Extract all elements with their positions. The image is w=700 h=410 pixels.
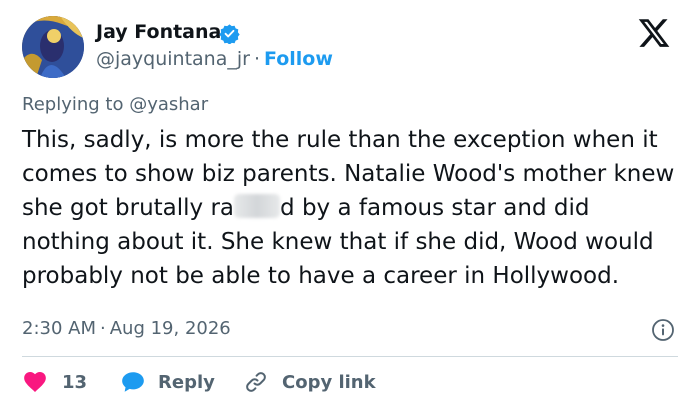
divider (22, 356, 678, 357)
reply-bubble-icon (122, 372, 144, 392)
author-name[interactable]: Jay Fontana (96, 21, 221, 43)
tweet-card: Jay Fontana @jayquintana_jr · Follow Reply… (0, 0, 700, 410)
heart-icon (24, 372, 46, 392)
info-icon[interactable] (651, 318, 675, 342)
handle-row: @jayquintana_jr · Follow (96, 48, 333, 70)
tweet-time: 2:30 AM (22, 318, 96, 339)
verified-badge-icon (219, 24, 240, 44)
separator-dot: · (100, 318, 106, 339)
replying-to: Replying to @yashar (22, 94, 209, 115)
like-button[interactable]: 13 (22, 366, 87, 398)
timestamp[interactable]: 2:30 AM · Aug 19, 2026 (22, 318, 231, 339)
separator-dot: · (253, 48, 261, 70)
blurred-word (234, 194, 281, 218)
author-handle[interactable]: @jayquintana_jr (96, 48, 250, 70)
like-count: 13 (62, 371, 88, 393)
reply-button[interactable]: Reply (120, 366, 215, 398)
tweet-text: This, sadly, is more the rule than the e… (22, 123, 682, 293)
follow-button[interactable]: Follow (264, 48, 333, 70)
copy-link-label: Copy link (282, 371, 376, 393)
avatar-image (22, 16, 84, 78)
x-logo-icon[interactable] (637, 16, 671, 50)
reply-label: Reply (158, 371, 215, 393)
avatar[interactable] (22, 16, 84, 78)
copy-link-button[interactable]: Copy link (244, 366, 376, 398)
link-icon (246, 372, 266, 392)
tweet-date: Aug 19, 2026 (109, 318, 231, 339)
